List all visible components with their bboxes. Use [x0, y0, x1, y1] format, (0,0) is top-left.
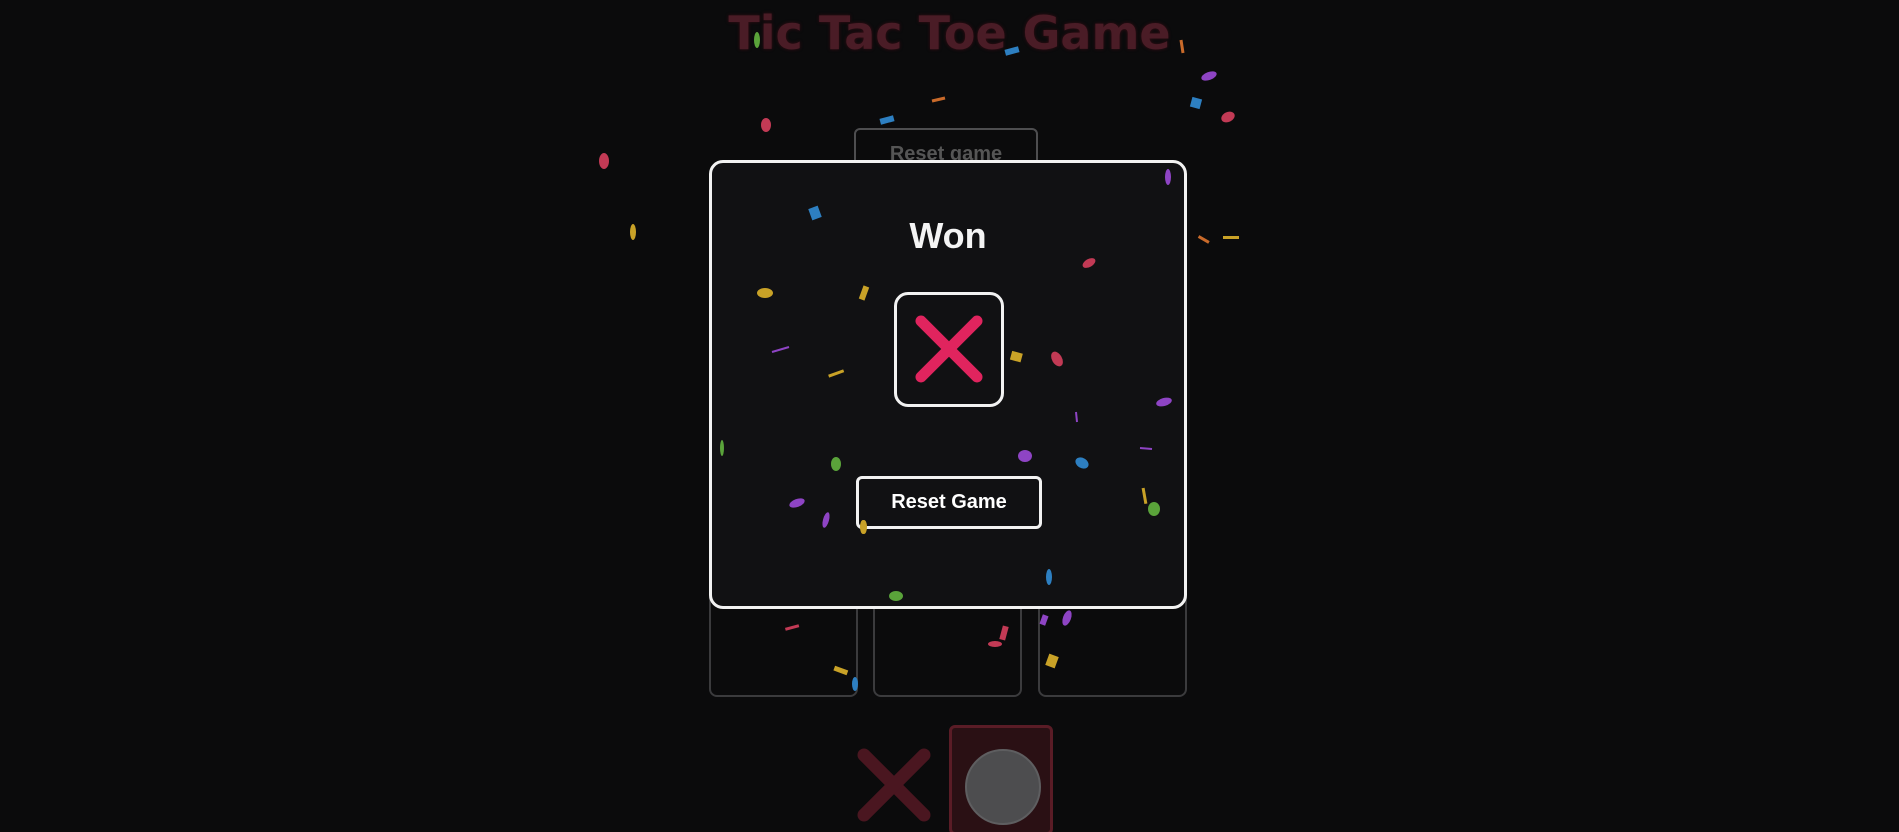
turn-x-icon[interactable] — [854, 745, 934, 825]
page-title: Tic Tac Toe Game — [728, 6, 1171, 60]
winner-mark-box — [894, 292, 1004, 407]
circle-icon — [965, 749, 1041, 825]
x-mark-icon — [915, 315, 983, 383]
modal-title: Won — [909, 215, 987, 256]
reset-game-button[interactable]: Reset Game — [856, 476, 1042, 529]
winner-modal: Won Reset Game — [709, 160, 1187, 609]
app-root: Tic Tac Toe Game Reset game Won Reset Ga… — [0, 0, 1899, 832]
turn-o-selector[interactable] — [949, 725, 1053, 832]
